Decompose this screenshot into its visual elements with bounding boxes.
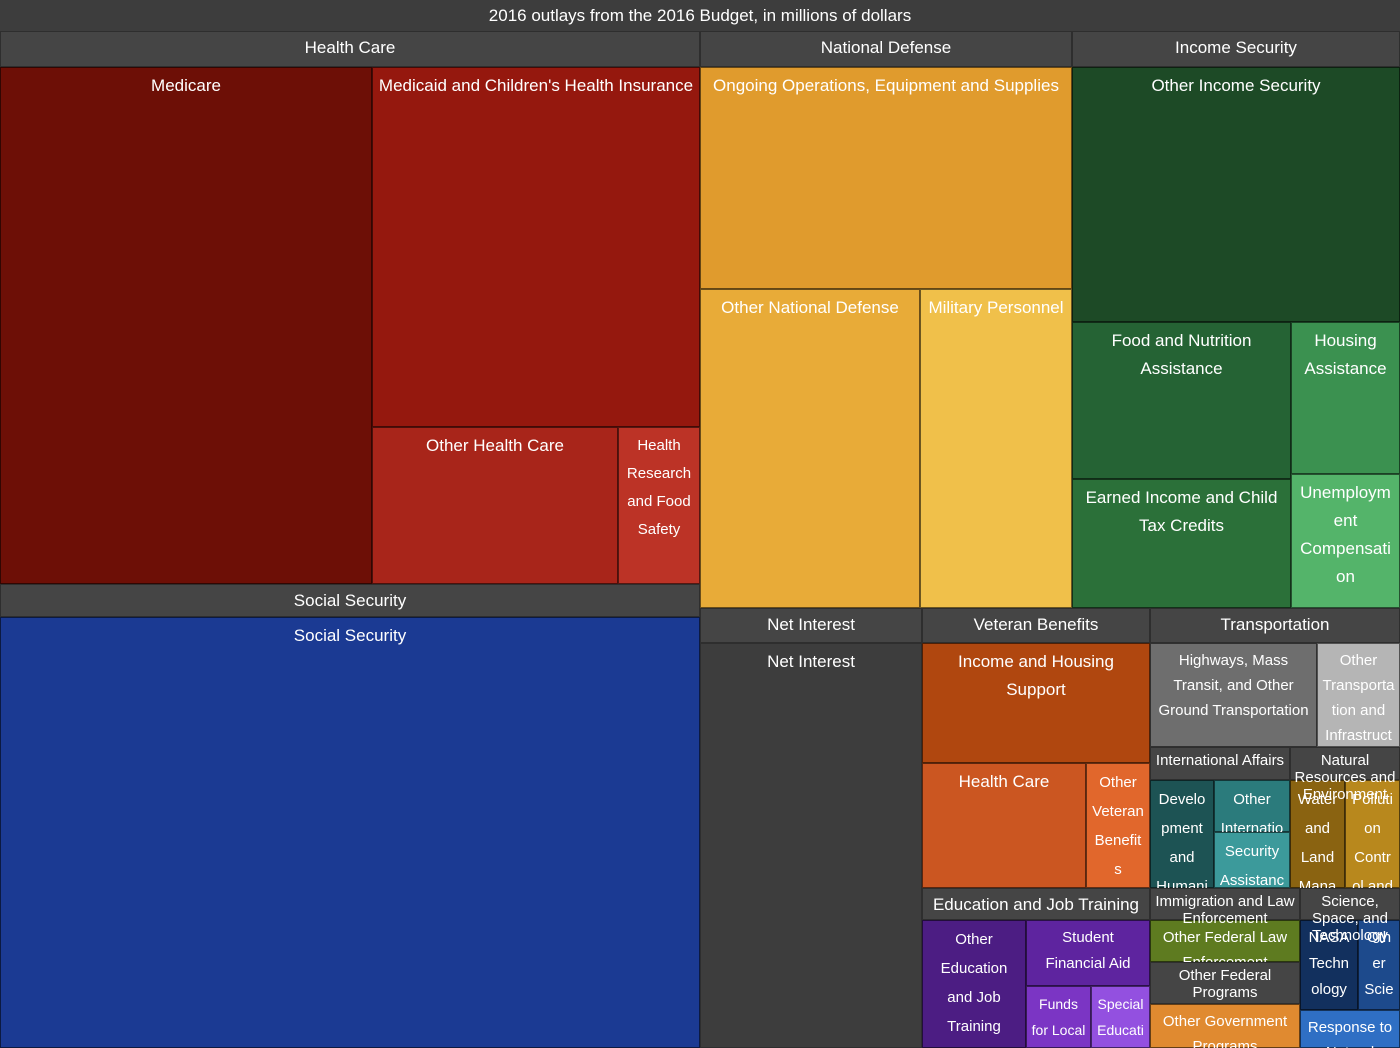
cell-veteran-health-care[interactable]: Health Care: [922, 763, 1086, 888]
cell-housing-assistance[interactable]: Housing Assistance: [1291, 322, 1400, 474]
cell-development-and-humanitarian-assistance[interactable]: Development and Humanitarian Assistance: [1150, 780, 1214, 982]
cell-medicare[interactable]: Medicare: [0, 67, 372, 584]
group-header-other-federal-programs[interactable]: Other Federal Programs: [1150, 962, 1300, 1004]
cell-unemployment-compensation[interactable]: Unemployment Compensation: [1291, 474, 1400, 608]
group-header-social-security[interactable]: Social Security: [0, 584, 700, 617]
group-header-immigration-and-law-enforcement[interactable]: Immigration and Law Enforcement: [1150, 888, 1300, 927]
cell-other-government-programs[interactable]: Other Government Programs: [1150, 1004, 1300, 1048]
cell-ongoing-operations[interactable]: Ongoing Operations, Equipment and Suppli…: [700, 67, 1072, 289]
cell-highways-mass-transit[interactable]: Highways, Mass Transit, and Other Ground…: [1150, 643, 1317, 747]
cell-income-and-housing-support[interactable]: Income and Housing Support: [922, 643, 1150, 763]
cell-special-education[interactable]: Special Education: [1091, 986, 1150, 1048]
group-header-veteran-benefits[interactable]: Veteran Benefits: [922, 608, 1150, 643]
cell-other-national-defense[interactable]: Other National Defense: [700, 289, 920, 608]
cell-student-financial-aid[interactable]: Student Financial Aid: [1026, 920, 1150, 986]
cell-other-health-care[interactable]: Other Health Care: [372, 427, 618, 584]
group-header-transportation[interactable]: Transportation: [1150, 608, 1400, 643]
cell-other-education-and-job-training[interactable]: Other Education and Job Training: [922, 920, 1026, 1048]
group-header-net-interest[interactable]: Net Interest: [700, 608, 922, 643]
chart-title: 2016 outlays from the 2016 Budget, in mi…: [0, 0, 1400, 31]
cell-military-personnel[interactable]: Military Personnel: [920, 289, 1072, 608]
group-header-science-space-and-technology[interactable]: Science, Space, and Technology: [1300, 888, 1400, 944]
cell-funds-for-local-schools[interactable]: Funds for Local Schools: [1026, 986, 1091, 1048]
cell-food-and-nutrition-assistance[interactable]: Food and Nutrition Assistance: [1072, 322, 1291, 479]
cell-net-interest[interactable]: Net Interest: [700, 643, 922, 1048]
group-header-health-care[interactable]: Health Care: [0, 31, 700, 67]
cell-social-security[interactable]: Social Security: [0, 617, 700, 1048]
group-header-income-security[interactable]: Income Security: [1072, 31, 1400, 67]
cell-health-research-and-food-safety[interactable]: Health Research and Food Safety: [618, 427, 700, 584]
group-header-natural-resources-and-environment[interactable]: Natural Resources and Environment: [1290, 747, 1400, 803]
cell-other-international-affairs[interactable]: Other International Affairs: [1214, 780, 1290, 866]
cell-earned-income-and-child-tax-credits[interactable]: Earned Income and Child Tax Credits: [1072, 479, 1291, 608]
group-header-education-and-job-training[interactable]: Education and Job Training: [922, 888, 1150, 920]
cell-security-assistance[interactable]: Security Assistance: [1214, 832, 1290, 918]
cell-medicaid[interactable]: Medicaid and Children's Health Insurance: [372, 67, 700, 427]
treemap-chart: 2016 outlays from the 2016 Budget, in mi…: [0, 0, 1400, 1048]
cell-other-income-security[interactable]: Other Income Security: [1072, 67, 1400, 322]
group-header-international-affairs[interactable]: International Affairs: [1150, 747, 1290, 780]
cell-response-to-natural-disasters[interactable]: Response to Natural Disasters: [1300, 1010, 1400, 1048]
group-header-national-defense[interactable]: National Defense: [700, 31, 1072, 67]
cell-other-veteran-benefits[interactable]: Other Veteran Benefits: [1086, 763, 1150, 888]
cell-other-transportation-and-infrastructure[interactable]: Other Transportation and Infrastructure: [1317, 643, 1400, 769]
